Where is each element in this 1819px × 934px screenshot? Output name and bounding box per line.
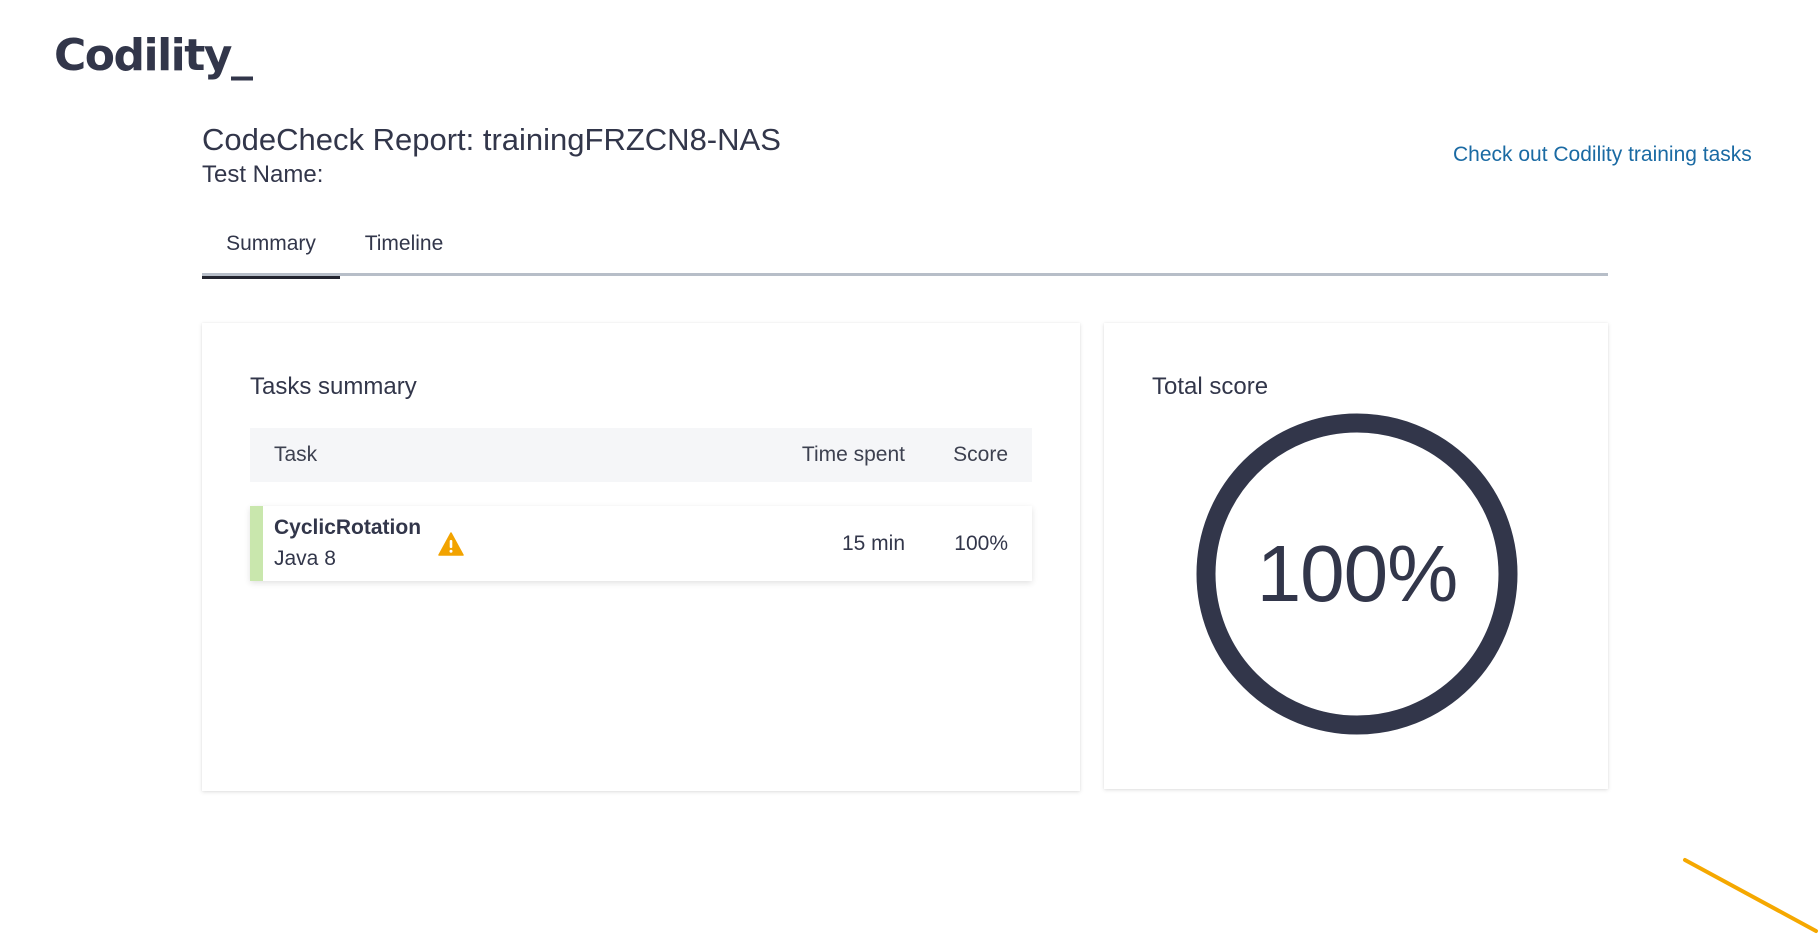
task-time-spent: 15 min bbox=[841, 532, 905, 555]
task-name[interactable]: CyclicRotation bbox=[274, 516, 421, 540]
task-status-bar bbox=[250, 506, 263, 581]
task-language: Java 8 bbox=[274, 547, 336, 570]
page-title: CodeCheck Report: trainingFRZCN8-NAS bbox=[202, 122, 781, 157]
tasks-summary-card: Tasks summary Task Time spent Score Cycl… bbox=[202, 323, 1080, 791]
codility-logo[interactable]: Codility_ bbox=[54, 30, 253, 81]
test-name-label: Test Name: bbox=[202, 161, 324, 188]
column-header-score: Score bbox=[953, 443, 1008, 466]
report-page: Codility_ CodeCheck Report: trainingFRZC… bbox=[0, 0, 1819, 934]
task-score: 100% bbox=[954, 532, 1008, 555]
tab-summary[interactable]: Summary bbox=[202, 228, 340, 279]
column-header-time-spent: Time spent bbox=[801, 443, 905, 466]
report-tabs: Summary Timeline bbox=[202, 228, 1608, 279]
total-score-title: Total score bbox=[1152, 373, 1269, 400]
training-tasks-link[interactable]: Check out Codility training tasks bbox=[1453, 143, 1752, 167]
tasks-table-header: Task Time spent Score bbox=[250, 428, 1032, 482]
table-row[interactable]: CyclicRotation Java 8 15 min 100% bbox=[250, 506, 1032, 581]
total-score-value: 100% bbox=[1256, 529, 1459, 618]
tab-timeline[interactable]: Timeline bbox=[340, 228, 468, 276]
decorative-accent-line bbox=[1683, 858, 1818, 933]
report-header: CodeCheck Report: trainingFRZCN8-NAS Tes… bbox=[202, 120, 781, 190]
tasks-summary-title: Tasks summary bbox=[250, 373, 417, 400]
column-header-task: Task bbox=[274, 443, 318, 466]
total-score-card: Total score 100% bbox=[1104, 323, 1608, 789]
warning-icon[interactable] bbox=[438, 532, 464, 556]
